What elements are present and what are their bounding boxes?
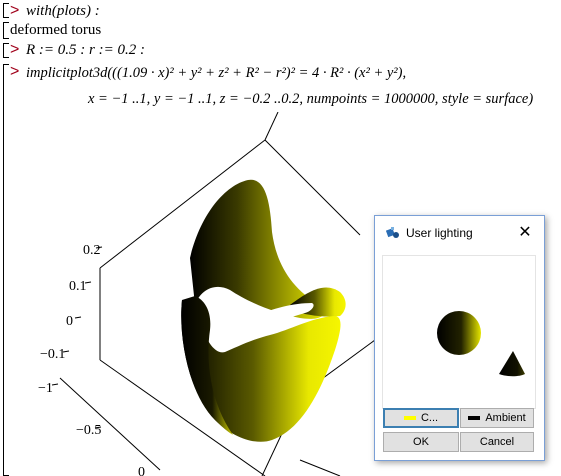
light-color-button[interactable]: C...	[383, 408, 459, 428]
close-icon[interactable]: ✕	[516, 222, 534, 242]
execution-group-bracket[interactable]	[3, 3, 9, 18]
output-group-bracket[interactable]	[3, 22, 9, 39]
output-text: deformed torus	[10, 22, 102, 38]
input-prompt: >	[10, 41, 20, 58]
axis-label: 0	[66, 314, 73, 329]
dialog-title-bar[interactable]: User lighting ✕	[375, 216, 544, 250]
command-assign-radii[interactable]: R := 0.5 : r := 0.2 :	[26, 42, 145, 59]
ambient-color-swatch	[468, 416, 481, 420]
axis-label: −0.5	[76, 423, 101, 438]
axis-label: 0.1	[69, 279, 87, 294]
lighting-preview	[382, 255, 536, 409]
dialog-title: User lighting	[406, 226, 473, 240]
cancel-button[interactable]: Cancel	[460, 432, 534, 452]
user-lighting-dialog: User lighting ✕ C... Ambient OK Cancel	[374, 215, 545, 461]
preview-sphere	[437, 311, 481, 355]
lighting-app-icon	[386, 227, 399, 238]
torus-surface	[181, 179, 346, 442]
command-implicitplot3d-args[interactable]: x = −1 ..1, y = −1 ..1, z = −0.2 ..0.2, …	[88, 91, 533, 108]
command-implicitplot3d[interactable]: implicitplot3d(((1.09 · x)² + y² + z² + …	[26, 65, 406, 82]
light-color-label: C...	[420, 412, 439, 424]
axis-ticks	[51, 246, 103, 429]
ambient-button[interactable]: Ambient	[460, 408, 534, 428]
light-color-swatch	[403, 416, 416, 420]
maple-worksheet: > with(plots) : deformed torus > R := 0.…	[0, 0, 561, 476]
ok-button[interactable]: OK	[383, 432, 459, 452]
light-cone-icon[interactable]	[499, 351, 525, 377]
ambient-label: Ambient	[485, 412, 526, 424]
input-prompt: >	[10, 2, 20, 19]
axis-label: 0	[138, 465, 145, 476]
axis-label: −1	[38, 381, 53, 396]
execution-group-bracket[interactable]	[3, 43, 9, 58]
axis-label: 0.2	[83, 243, 101, 258]
input-prompt: >	[10, 63, 20, 80]
axis-label: −0.1	[40, 347, 65, 362]
command-with-plots[interactable]: with(plots) :	[26, 3, 100, 20]
